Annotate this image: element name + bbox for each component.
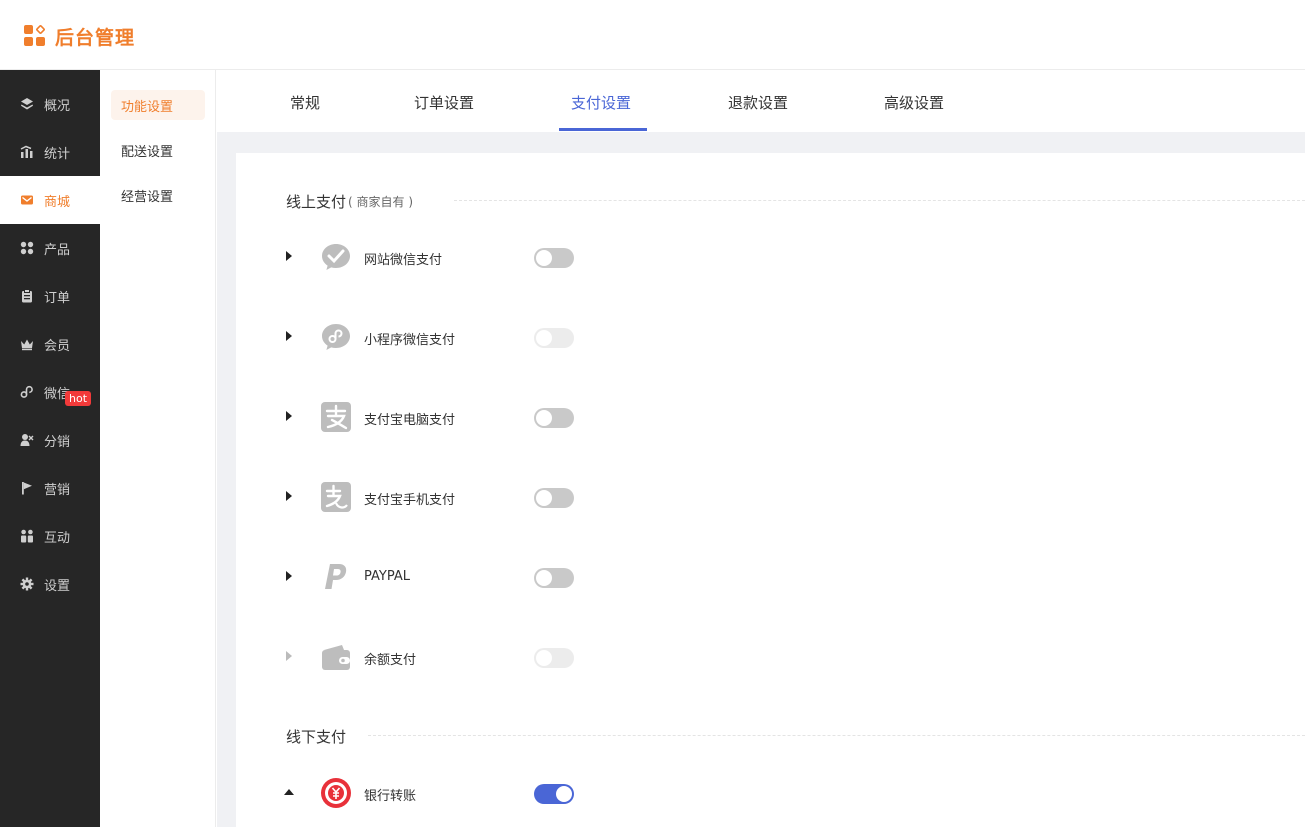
sidebar-item-overview[interactable]: 概况 (0, 80, 100, 128)
payment-row-wechat-miniprogram: 小程序微信支付 (286, 319, 606, 359)
payment-row-alipay-mobile: 支付宝手机支付 (286, 479, 606, 519)
expand-arrow-icon[interactable] (286, 571, 292, 581)
sidebar-item-label: 设置 (44, 578, 71, 594)
tab-advanced-settings[interactable]: 高级设置 (884, 92, 944, 113)
sidebar-item-label: 互动 (44, 530, 71, 546)
sidebar-item-settings[interactable]: 设置 (0, 560, 100, 608)
chart-icon (20, 145, 34, 159)
wechat-web-pay-toggle[interactable] (534, 248, 574, 268)
main-content: 常规 订单设置 支付设置 退款设置 高级设置 线上支付 ( 商家自有 ) 网站微… (217, 70, 1305, 827)
payment-row-paypal: PAYPAL (286, 559, 606, 599)
layers-icon (20, 97, 34, 111)
payment-method-label: 小程序微信支付 (364, 333, 456, 348)
sidebar-item-orders[interactable]: 订单 (0, 272, 100, 320)
expand-arrow-icon[interactable] (286, 251, 292, 261)
payment-settings-card: 线上支付 ( 商家自有 ) 网站微信支付 小程序微信支付 支付宝电脑支付 支付宝… (236, 153, 1305, 827)
sidebar-item-label: 商城 (44, 194, 71, 210)
payment-method-label: 网站微信支付 (364, 253, 443, 268)
sidebar-item-label: 统计 (44, 146, 71, 162)
gear-icon (20, 577, 34, 591)
mail-icon (20, 193, 34, 207)
payment-row-bank-transfer: 银行转账 (284, 775, 606, 815)
people-icon (20, 529, 34, 543)
sidebar-item-statistics[interactable]: 统计 (0, 128, 100, 176)
bank-transfer-icon (320, 777, 352, 809)
sidebar-item-label: 会员 (44, 338, 71, 354)
secondary-sidebar: 功能设置 配送设置 经营设置 (100, 70, 216, 827)
section-title-text: 线上支付 (286, 193, 347, 211)
sidebar-item-label: 营销 (44, 482, 71, 498)
tab-refund-settings[interactable]: 退款设置 (728, 92, 788, 113)
logo-icon (24, 24, 46, 47)
section-title-text: 线下支付 (286, 728, 347, 746)
sidebar-item-members[interactable]: 会员 (0, 320, 100, 368)
balance-pay-toggle[interactable] (534, 648, 574, 668)
subnav-item-business-settings[interactable]: 经营设置 (111, 180, 205, 210)
alipay-pc-pay-toggle[interactable] (534, 408, 574, 428)
section-note: ( 商家自有 ) (348, 195, 414, 209)
tab-bar: 常规 订单设置 支付设置 退款设置 高级设置 (217, 70, 1305, 132)
payment-method-label: 余额支付 (364, 653, 417, 668)
expand-arrow-icon[interactable] (286, 411, 292, 421)
top-header: 后台管理 (0, 0, 1305, 70)
expand-arrow-icon[interactable] (286, 331, 292, 341)
collapse-arrow-icon[interactable] (284, 789, 294, 795)
expand-arrow-icon[interactable] (286, 491, 292, 501)
payment-method-label: 银行转账 (364, 789, 417, 804)
active-tab-indicator (559, 128, 647, 131)
wechat-pay-icon (320, 241, 352, 273)
subnav-item-function-settings[interactable]: 功能设置 (111, 90, 205, 120)
wallet-icon (320, 641, 352, 673)
tab-order-settings[interactable]: 订单设置 (414, 92, 474, 113)
paypal-pay-toggle[interactable] (534, 568, 574, 588)
payment-row-alipay-pc: 支付宝电脑支付 (286, 399, 606, 439)
sidebar-item-products[interactable]: 产品 (0, 224, 100, 272)
sidebar-item-marketing[interactable]: 营销 (0, 464, 100, 512)
bank-transfer-toggle[interactable] (534, 784, 574, 804)
users-icon (20, 433, 34, 447)
flag-icon (20, 481, 34, 495)
hot-badge: hot (65, 391, 92, 406)
tab-general[interactable]: 常规 (290, 92, 320, 113)
miniprogram-icon (320, 321, 352, 353)
logo-text: 后台管理 (55, 26, 136, 49)
alipay-mobile-icon (320, 481, 352, 513)
sidebar-item-interaction[interactable]: 互动 (0, 512, 100, 560)
paypal-icon (320, 561, 352, 593)
tab-payment-settings[interactable]: 支付设置 (571, 92, 631, 113)
clipboard-icon (20, 289, 34, 303)
sidebar-item-label: 订单 (44, 290, 71, 306)
offline-payment-section-title: 线下支付 (286, 726, 346, 747)
sidebar-item-distribution[interactable]: 分销 (0, 416, 100, 464)
payment-row-balance: 余额支付 (286, 639, 606, 679)
logo[interactable]: 后台管理 (24, 24, 136, 49)
payment-row-wechat-web: 网站微信支付 (286, 239, 606, 279)
payment-method-label: PAYPAL (364, 569, 410, 584)
sidebar-item-label: 产品 (44, 242, 71, 258)
sidebar-item-mall[interactable]: 商城 (0, 176, 100, 224)
main-sidebar: 概况 统计 商城 产品 订单 会员 微信 分销 营销 互动 设置 (0, 70, 100, 827)
expand-arrow-icon[interactable] (286, 651, 292, 661)
divider (454, 200, 1305, 201)
alipay-mobile-pay-toggle[interactable] (534, 488, 574, 508)
alipay-icon (320, 401, 352, 433)
grid-icon (20, 241, 34, 255)
divider (368, 735, 1305, 736)
subnav-item-delivery-settings[interactable]: 配送设置 (111, 135, 205, 165)
wechat-icon (20, 385, 34, 399)
crown-icon (20, 337, 34, 351)
payment-method-label: 支付宝手机支付 (364, 493, 456, 508)
online-payment-section-title: 线上支付 ( 商家自有 ) (286, 191, 413, 212)
sidebar-item-label: 分销 (44, 434, 71, 450)
wechat-miniprogram-pay-toggle[interactable] (534, 328, 574, 348)
sidebar-item-label: 概况 (44, 98, 71, 114)
payment-method-label: 支付宝电脑支付 (364, 413, 456, 428)
